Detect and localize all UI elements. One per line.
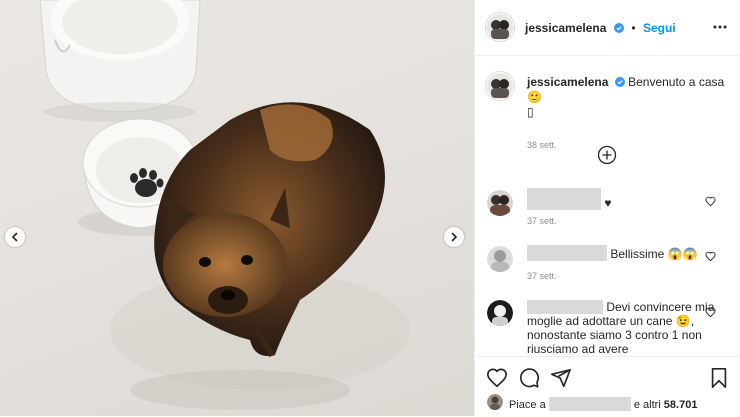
comment-item: ♥ 37 sett. xyxy=(527,188,722,228)
comment-avatar[interactable] xyxy=(487,246,513,272)
likes-count: 58.701 xyxy=(663,399,698,411)
chevron-right-icon xyxy=(451,232,458,242)
post-header: jessicamelena • Segui xyxy=(475,0,740,56)
avatar-image xyxy=(487,246,513,272)
more-icon[interactable] xyxy=(713,20,727,34)
bookmark-icon[interactable] xyxy=(709,367,729,389)
comment-avatar[interactable] xyxy=(487,300,513,326)
heart-icon[interactable] xyxy=(705,251,716,262)
verified-icon xyxy=(613,23,624,33)
heart-icon[interactable] xyxy=(705,196,716,207)
liker-avatar[interactable] xyxy=(487,394,503,410)
comment-icon[interactable] xyxy=(518,367,540,389)
heart-icon[interactable] xyxy=(705,307,716,318)
avatar-image xyxy=(487,190,513,216)
previous-photo-button[interactable] xyxy=(5,227,25,247)
add-comment-icon[interactable] xyxy=(597,145,617,165)
header-separator: • xyxy=(631,21,636,35)
avatar-image xyxy=(487,394,503,410)
action-bar: Piace a e altri 58.701 xyxy=(475,356,740,417)
avatar-image xyxy=(487,14,513,40)
author-username[interactable]: jessicamelena xyxy=(525,21,606,35)
likes-suffix: e altri xyxy=(633,399,661,411)
next-photo-button[interactable] xyxy=(444,227,464,247)
redacted-username xyxy=(548,397,631,411)
post-photo[interactable] xyxy=(0,0,474,416)
redacted-username xyxy=(527,300,603,314)
author-avatar[interactable] xyxy=(485,12,515,42)
comment-item: Bellissime 😱😱 37 sett. xyxy=(527,245,722,283)
caption-timestamp: 38 sett. xyxy=(527,140,557,150)
share-icon[interactable] xyxy=(550,367,572,389)
caption-username[interactable]: jessicamelena xyxy=(527,75,608,89)
likes-prefix: Piace a xyxy=(509,399,546,411)
comment-text: ♥ xyxy=(604,196,612,210)
comment-timestamp: 37 sett. xyxy=(527,271,557,281)
comment-text: Bellissime 😱😱 xyxy=(610,247,698,261)
post-sidebar: jessicamelena • Segui jessicamelena Benv… xyxy=(474,0,740,416)
verified-icon xyxy=(614,77,625,87)
comment-item: Devi convincere mia moglie ad adottare u… xyxy=(527,300,722,354)
likes-summary[interactable]: Piace a e altri 58.701 xyxy=(509,397,697,411)
caption-text-line2: ▯ xyxy=(527,105,534,119)
avatar-image xyxy=(487,73,513,99)
follow-button[interactable]: Segui xyxy=(643,21,676,35)
redacted-username xyxy=(527,188,601,210)
chevron-left-icon xyxy=(11,232,18,242)
comment-avatar[interactable] xyxy=(487,190,513,216)
redacted-username xyxy=(527,245,607,261)
post-caption: jessicamelena Benvenuto a casa 🙂 ▯ 38 se… xyxy=(527,75,727,153)
avatar-image xyxy=(487,300,513,326)
heart-icon[interactable] xyxy=(486,367,508,389)
caption-avatar[interactable] xyxy=(485,71,515,101)
header-text-row: jessicamelena • Segui xyxy=(525,19,676,37)
puppy-photo-illustration xyxy=(39,0,410,410)
comment-timestamp: 37 sett. xyxy=(527,216,557,226)
